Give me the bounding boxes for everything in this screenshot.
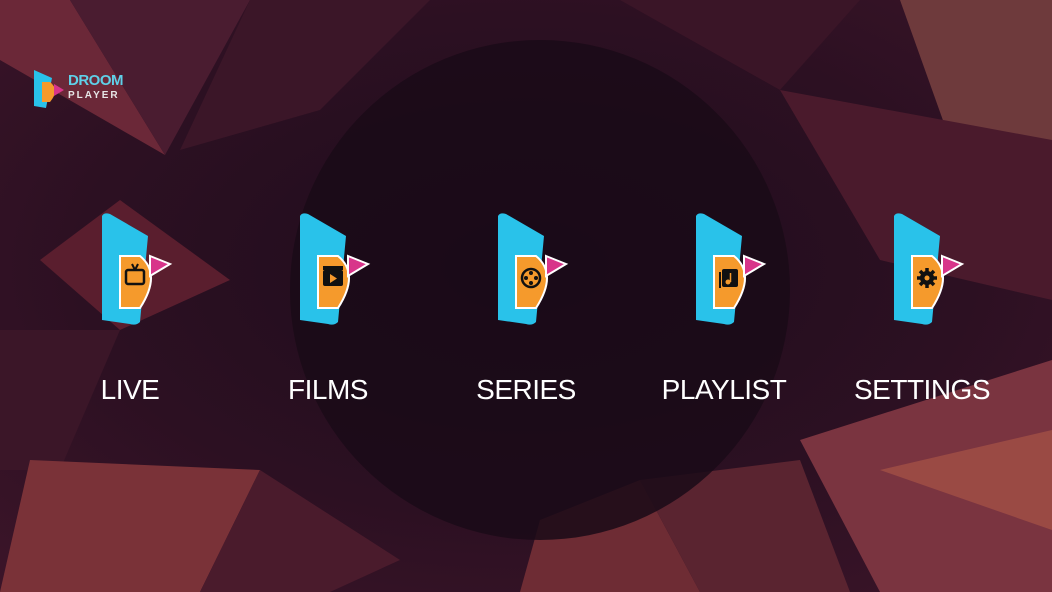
menu-item-live[interactable]: LIVE — [50, 210, 210, 420]
menu-item-settings[interactable]: SETTINGS — [842, 210, 1002, 420]
main-menu: LIVE FILMS SERIES PLAYLIST SETTINGS — [0, 0, 1052, 592]
menu-item-playlist[interactable]: PLAYLIST — [644, 210, 804, 420]
tv-icon — [102, 213, 173, 325]
menu-label-live: LIVE — [100, 374, 160, 405]
music-playlist-icon — [696, 213, 767, 325]
film-reel-icon — [498, 213, 569, 325]
gear-icon — [894, 213, 965, 325]
menu-item-series[interactable]: SERIES — [446, 210, 606, 420]
clapperboard-icon — [300, 213, 371, 325]
menu-item-films[interactable]: FILMS — [248, 210, 408, 420]
menu-label-films: FILMS — [288, 374, 368, 405]
menu-label-playlist: PLAYLIST — [661, 374, 787, 405]
menu-label-settings: SETTINGS — [853, 374, 991, 405]
menu-label-series: SERIES — [476, 374, 576, 405]
